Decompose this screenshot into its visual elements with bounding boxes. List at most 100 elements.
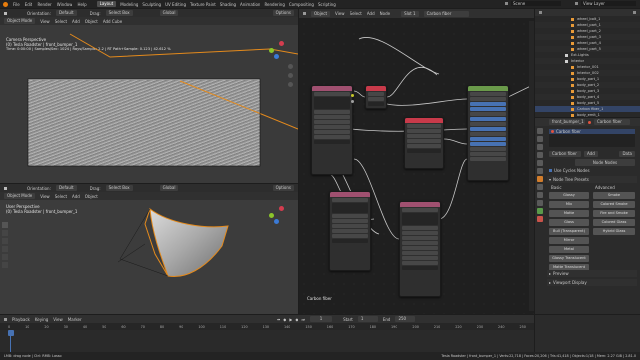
node-field[interactable] (314, 130, 350, 134)
node-field[interactable] (368, 92, 384, 96)
node-field[interactable] (402, 246, 438, 250)
render-tab-icon[interactable] (537, 136, 543, 142)
node-field[interactable] (402, 226, 438, 230)
editor-type-icon[interactable] (4, 317, 7, 321)
menu-render[interactable]: Render (37, 2, 51, 7)
checkbox-icon[interactable] (549, 169, 552, 172)
texture-node-2[interactable] (329, 191, 371, 271)
node-field[interactable] (314, 115, 350, 119)
node-field[interactable] (470, 152, 506, 156)
menu-playback[interactable]: Playback (12, 317, 30, 322)
node-field[interactable] (407, 149, 441, 153)
node-field[interactable] (470, 92, 506, 96)
node-header[interactable] (312, 86, 352, 91)
preview-panel-header[interactable]: ▸ Preview (547, 270, 637, 277)
preset-colored-glass-button[interactable]: Colored Glass (593, 219, 635, 226)
node-field[interactable] (470, 107, 506, 111)
modifier-tab-icon[interactable] (537, 184, 543, 190)
zoom-icon[interactable] (288, 64, 293, 69)
current-frame-field[interactable]: 1 (310, 316, 333, 322)
node-field[interactable] (402, 261, 438, 265)
preset-transparent-button[interactable]: Bull (Transparent) (549, 228, 589, 235)
node-field[interactable] (368, 97, 384, 101)
gizmo-y-icon[interactable] (269, 213, 274, 218)
gizmo-x-icon[interactable] (279, 41, 284, 46)
preset-fire-smoke-button[interactable]: Fire and Smoke (593, 210, 635, 217)
node-field[interactable] (470, 137, 506, 141)
principled-bsdf-node[interactable] (467, 85, 509, 181)
node-field[interactable] (470, 112, 506, 116)
end-frame-field[interactable]: 250 (395, 316, 416, 322)
node-field[interactable] (332, 214, 368, 218)
shader-node-editor[interactable]: Object View Select Add Node Slot 1 Carbo… (299, 9, 534, 314)
play-icon[interactable]: ▶ (289, 317, 292, 322)
navigation-gizmo[interactable] (266, 39, 288, 61)
tab-sculpting[interactable]: Sculpting (142, 2, 161, 7)
preset-colored-smoke-button[interactable]: Colored Smoke (593, 201, 635, 208)
playhead[interactable] (8, 330, 14, 336)
add-material-button[interactable]: Add (584, 150, 598, 157)
node-field[interactable] (407, 134, 441, 138)
navigation-gizmo[interactable] (266, 204, 288, 226)
material-slot-list[interactable]: Carbon fiber (549, 129, 635, 147)
data-tab-icon[interactable] (537, 208, 543, 214)
preset-glossy-button[interactable]: Glossy (549, 192, 589, 199)
gizmo-z-icon[interactable] (274, 219, 279, 224)
prev-key-icon[interactable]: ◆ (283, 317, 286, 322)
camera-view-icon[interactable] (288, 82, 293, 87)
tool-tab-icon[interactable] (537, 128, 543, 134)
constraints-tab-icon[interactable] (537, 200, 543, 206)
view-layer-selector[interactable]: View Layer (575, 1, 636, 6)
outliner-type-icon[interactable] (539, 11, 542, 14)
node-field[interactable] (314, 125, 350, 129)
tab-layout[interactable]: Layout (96, 1, 117, 7)
blender-logo-icon[interactable] (3, 1, 8, 7)
output-tab-icon[interactable] (537, 144, 543, 150)
node-field[interactable] (470, 127, 506, 131)
node-field[interactable] (332, 219, 368, 223)
preset-glossy-translucent-button[interactable]: Glossy Translucent (549, 255, 589, 262)
node-field[interactable] (402, 231, 438, 235)
node-field[interactable] (332, 224, 368, 228)
start-frame-field[interactable]: 1 (357, 316, 378, 322)
jump-end-icon[interactable]: ⏭ (301, 317, 305, 322)
node-field[interactable] (314, 92, 350, 96)
node-field[interactable] (470, 142, 506, 146)
node-field[interactable] (407, 144, 441, 148)
outliner-item[interactable]: body_emit_1 (535, 112, 640, 117)
preset-metal-button[interactable]: Metal (549, 246, 589, 253)
user-viewport[interactable]: Orientation: Default Drag: Select Box Gl… (0, 184, 298, 314)
node-field[interactable] (407, 124, 441, 128)
scene-tab-icon[interactable] (537, 160, 543, 166)
tab-rendering[interactable]: Rendering (264, 2, 284, 7)
node-header[interactable] (366, 86, 386, 91)
image-texture-node[interactable] (311, 85, 354, 175)
node-field[interactable] (470, 157, 506, 161)
filter-icon[interactable] (633, 11, 636, 14)
menu-window[interactable]: Window (57, 2, 73, 7)
menu-keying[interactable]: Keying (35, 317, 48, 322)
node-field[interactable] (332, 234, 368, 238)
next-key-icon[interactable]: ◆ (295, 317, 298, 322)
physics-tab-icon[interactable] (537, 192, 543, 198)
tab-compositing[interactable]: Compositing (289, 2, 314, 7)
node-field[interactable] (407, 139, 441, 143)
node-field[interactable] (470, 147, 506, 151)
tab-texture-paint[interactable]: Texture Paint (190, 2, 216, 7)
material-tab-icon[interactable] (537, 216, 543, 222)
mix-node[interactable] (365, 85, 387, 109)
properties-editor[interactable]: front_bumper_1 Carbon fiber Carbon fiber… (535, 118, 640, 314)
node-header[interactable] (400, 202, 440, 207)
node-field[interactable] (332, 239, 368, 243)
menu-edit[interactable]: Edit (25, 2, 33, 7)
preset-mix-button[interactable]: Mix (549, 201, 589, 208)
node-field[interactable] (470, 97, 506, 101)
node-header[interactable] (468, 86, 508, 91)
gizmo-x-icon[interactable] (279, 206, 284, 211)
menu-marker[interactable]: Marker (68, 317, 82, 322)
node-header[interactable] (405, 118, 443, 123)
tab-uv-editing[interactable]: UV Editing (165, 2, 186, 7)
node-field[interactable] (332, 198, 368, 202)
world-tab-icon[interactable] (537, 168, 543, 174)
node-header[interactable] (330, 192, 370, 197)
